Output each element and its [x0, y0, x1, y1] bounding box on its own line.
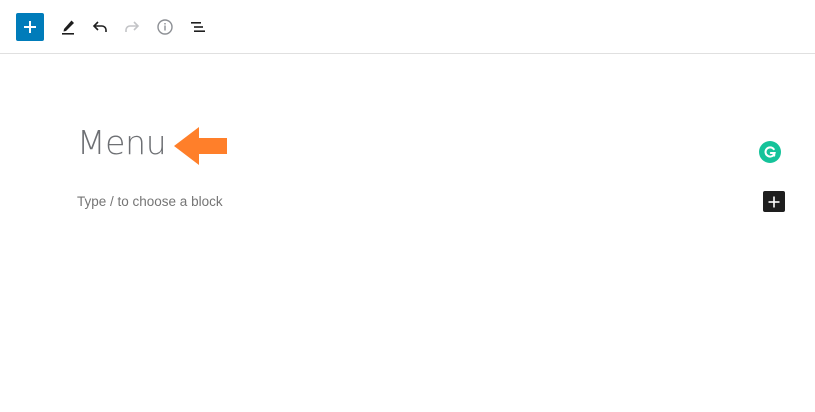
- inline-add-block-button[interactable]: [763, 191, 785, 212]
- redo-button[interactable]: [118, 13, 146, 41]
- redo-icon: [125, 21, 140, 32]
- editor-canvas: Menu Type / to choose a block: [0, 55, 815, 412]
- undo-icon: [92, 21, 107, 32]
- undo-button[interactable]: [86, 13, 114, 41]
- plus-icon: [768, 196, 780, 207]
- arrow-left-icon: [174, 127, 227, 165]
- list-view-button[interactable]: [184, 13, 212, 41]
- block-placeholder[interactable]: Type / to choose a block: [77, 193, 223, 211]
- list-view-icon: [191, 22, 205, 32]
- grammarly-icon[interactable]: [759, 141, 781, 163]
- pencil-icon: [62, 20, 74, 35]
- editor-toolbar: [0, 0, 815, 54]
- plus-icon: [24, 21, 36, 33]
- tools-button[interactable]: [54, 13, 82, 41]
- grammarly-g-icon: [764, 146, 776, 158]
- details-button[interactable]: [151, 13, 179, 41]
- info-icon: [157, 19, 173, 35]
- add-block-button[interactable]: [16, 13, 44, 41]
- page-title[interactable]: Menu: [77, 121, 167, 165]
